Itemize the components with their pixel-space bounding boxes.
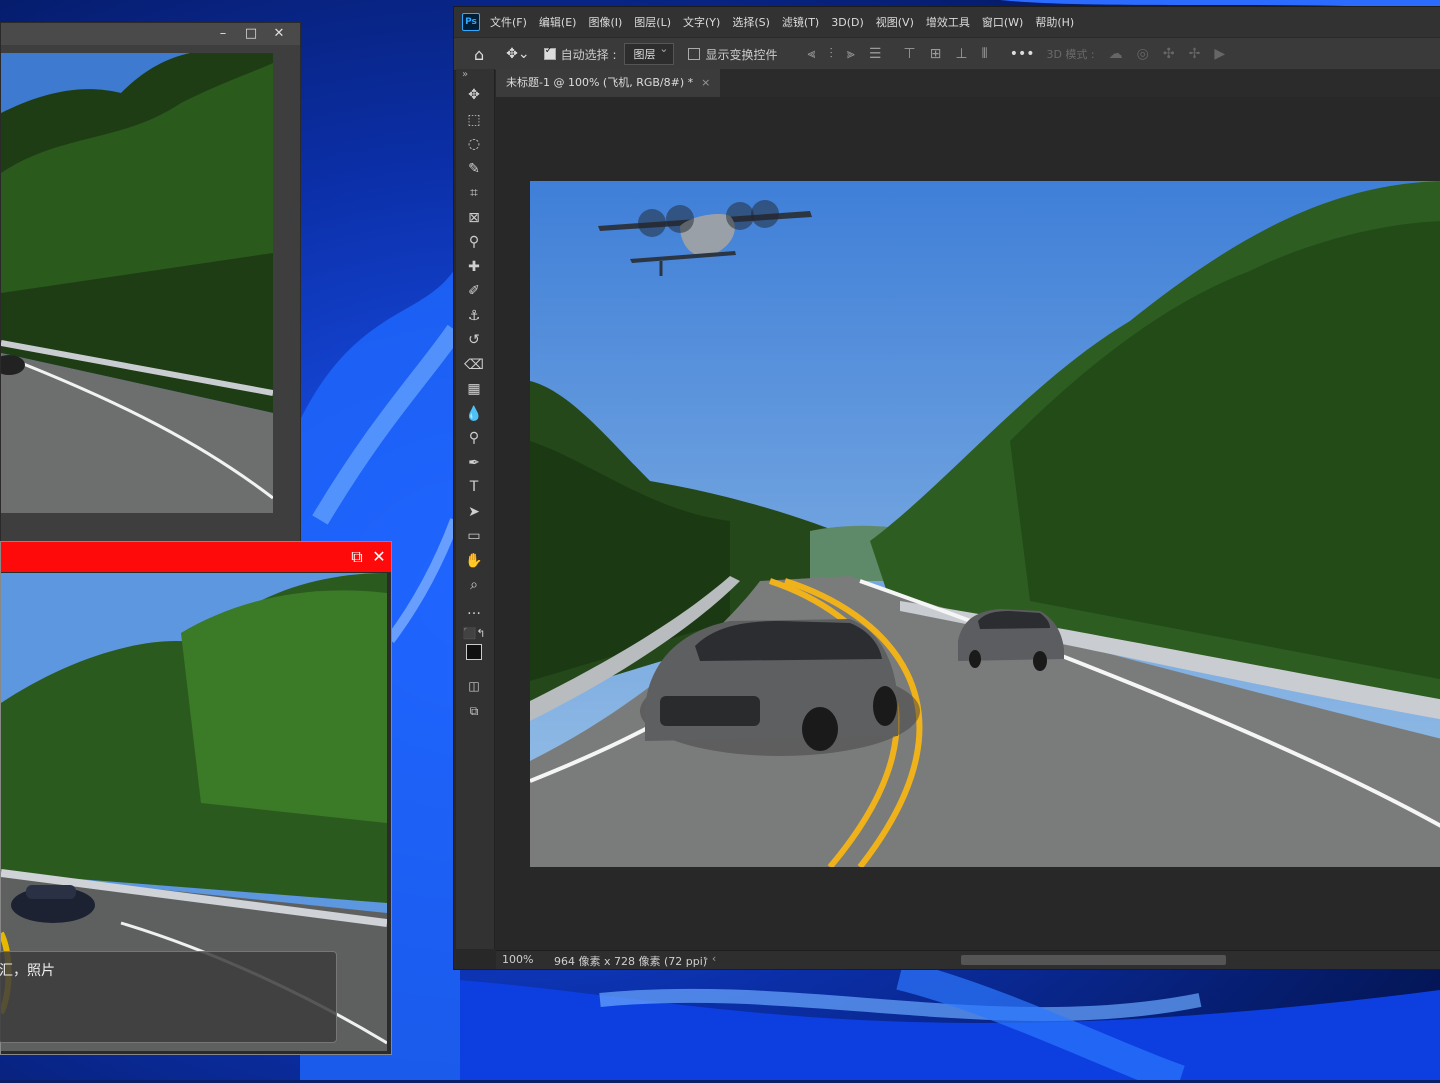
menu-edit[interactable]: 编辑(E): [539, 14, 577, 30]
align-bottom-icon[interactable]: ⊥: [955, 46, 967, 62]
menu-3d[interactable]: 3D(D): [831, 16, 864, 29]
photoshop-window[interactable]: Ps 文件(F) 编辑(E) 图像(I) 图层(L) 文字(Y) 选择(S) 滤…: [453, 6, 1440, 970]
close-icon[interactable]: ✕: [272, 27, 286, 41]
canvas-area[interactable]: [496, 97, 1440, 951]
history-brush-icon[interactable]: ↺: [456, 328, 492, 353]
3d-roll-icon[interactable]: ◎: [1137, 46, 1149, 62]
foreground-color-swatch[interactable]: [466, 644, 482, 660]
path-select-icon[interactable]: ➤: [456, 500, 492, 525]
image-viewer-window[interactable]: – □ ✕: [0, 22, 301, 544]
home-icon[interactable]: ⌂: [474, 45, 484, 64]
auto-select-option[interactable]: 自动选择 :: [543, 45, 617, 63]
brush-icon[interactable]: ✐: [456, 279, 492, 304]
document-tab-title: 未标题-1 @ 100% (飞机, RGB/8#) *: [506, 76, 694, 89]
show-transform-option[interactable]: 显示变换控件: [688, 46, 778, 63]
layer-dropdown[interactable]: 图层: [624, 42, 675, 65]
move-icon[interactable]: ✥: [456, 83, 492, 108]
more-options-icon[interactable]: •••: [1010, 46, 1035, 62]
menu-help[interactable]: 帮助(H): [1035, 14, 1074, 30]
color-swatches[interactable]: [456, 640, 494, 674]
hand-icon[interactable]: ✋: [456, 549, 492, 574]
minimize-icon[interactable]: –: [216, 27, 230, 41]
menu-bar: Ps 文件(F) 编辑(E) 图像(I) 图层(L) 文字(Y) 选择(S) 滤…: [454, 7, 1440, 37]
align-left-icon[interactable]: ⫷: [808, 46, 816, 62]
menu-image[interactable]: 图像(I): [588, 14, 622, 30]
zoom-icon[interactable]: ⌕: [456, 573, 492, 598]
document-info[interactable]: 964 像素 x 728 像素 (72 ppi): [554, 953, 707, 969]
healing-brush-icon[interactable]: ✚: [456, 255, 492, 280]
auto-select-label: 自动选择 :: [560, 47, 617, 62]
frame-icon[interactable]: ⊠: [456, 206, 492, 231]
dodge-icon[interactable]: ⚲: [456, 426, 492, 451]
show-transform-checkbox[interactable]: [688, 48, 701, 60]
screen-mode-icon[interactable]: ⧉: [456, 699, 492, 724]
eyedropper-icon[interactable]: ⚲: [456, 230, 492, 255]
eraser-icon[interactable]: ⌫: [456, 353, 492, 378]
distribute-vertical-icon[interactable]: ⦀: [982, 46, 988, 62]
align-center-icon[interactable]: ⫶: [829, 46, 833, 62]
3d-mode-label: 3D 模式 :: [1046, 48, 1095, 61]
rectangle-icon[interactable]: ▭: [456, 524, 492, 549]
close-icon[interactable]: ✕: [371, 549, 387, 565]
maximize-icon[interactable]: □: [244, 27, 258, 41]
align-middle-icon[interactable]: ⊞: [930, 46, 942, 62]
3d-orbit-icon[interactable]: ☁: [1109, 46, 1123, 62]
caption-text: 汇，照片: [0, 963, 55, 979]
3d-camera-icon[interactable]: ▶: [1214, 46, 1225, 62]
viewer-photo: [1, 53, 273, 513]
menu-view[interactable]: 视图(V): [876, 14, 914, 30]
menu-type[interactable]: 文字(Y): [683, 14, 720, 30]
blur-icon[interactable]: 💧: [456, 402, 492, 427]
document-tabs: 未标题-1 @ 100% (飞机, RGB/8#) * ×: [496, 69, 1440, 97]
align-right-icon[interactable]: ⫸: [847, 46, 855, 62]
auto-select-checkbox[interactable]: [543, 45, 556, 60]
gradient-icon[interactable]: ▦: [456, 377, 492, 402]
menu-window[interactable]: 窗口(W): [982, 14, 1023, 30]
menu-plugins[interactable]: 增效工具: [926, 14, 970, 30]
caption-overlay: 汇，照片: [0, 951, 337, 1043]
show-transform-label: 显示变换控件: [705, 47, 778, 62]
swap-colors-icon[interactable]: ⬛↰: [456, 622, 492, 640]
collapse-panel-icon[interactable]: »: [456, 69, 494, 83]
viewer-titlebar[interactable]: – □ ✕: [1, 23, 300, 45]
zoom-level[interactable]: 100%: [502, 953, 533, 966]
restore-icon[interactable]: ⧉: [349, 549, 365, 565]
quick-select-icon[interactable]: ✎: [456, 157, 492, 182]
align-top-icon[interactable]: ⊤: [903, 46, 915, 62]
menu-select[interactable]: 选择(S): [732, 14, 770, 30]
pen-icon[interactable]: ✒: [456, 451, 492, 476]
lasso-icon[interactable]: ◌: [456, 132, 492, 157]
more-tools-icon[interactable]: …: [456, 598, 492, 623]
crop-icon[interactable]: ⌗: [456, 181, 492, 206]
status-bar: 100% 964 像素 x 728 像素 (72 ppi) › ‹: [496, 950, 1440, 969]
status-arrows-icon[interactable]: › ‹: [704, 952, 716, 965]
marquee-icon[interactable]: ⬚: [456, 108, 492, 133]
document-canvas[interactable]: [530, 181, 1440, 867]
3d-slide-icon[interactable]: ✢: [1189, 46, 1201, 62]
type-icon[interactable]: T: [456, 475, 492, 500]
close-tab-icon[interactable]: ×: [701, 76, 710, 89]
layer-dropdown-value[interactable]: 图层: [624, 42, 675, 65]
3d-pan-icon[interactable]: ✣: [1163, 46, 1175, 62]
stamp-icon[interactable]: ⚓: [456, 304, 492, 329]
quick-mask-icon[interactable]: ◫: [456, 674, 492, 699]
photoshop-logo-icon[interactable]: Ps: [462, 13, 480, 31]
menu-file[interactable]: 文件(F): [490, 14, 527, 30]
options-bar: ⌂ ✥⌄ 自动选择 : 图层 显示变换控件 ⫷ ⫶ ⫸ ☰ ⊤ ⊞ ⊥ ⦀ ••…: [454, 37, 1440, 71]
horizontal-scrollbar[interactable]: [961, 955, 1226, 965]
menu-layer[interactable]: 图层(L): [634, 14, 671, 30]
distribute-icon[interactable]: ☰: [869, 46, 882, 62]
document-tab[interactable]: 未标题-1 @ 100% (飞机, RGB/8#) * ×: [496, 69, 721, 97]
tools-panel: » ✥ ⬚ ◌ ✎ ⌗ ⊠ ⚲ ✚ ✐ ⚓ ↺ ⌫ ▦ 💧 ⚲ ✒ T ➤ ▭ ✋ ⌕… ⬛↰ ◫ ⧉: [456, 69, 495, 949]
menu-filter[interactable]: 滤镜(T): [782, 14, 819, 30]
photo-window-titlebar[interactable]: ⧉ ✕: [1, 542, 391, 572]
move-tool-preset-icon[interactable]: ✥⌄: [506, 46, 529, 62]
